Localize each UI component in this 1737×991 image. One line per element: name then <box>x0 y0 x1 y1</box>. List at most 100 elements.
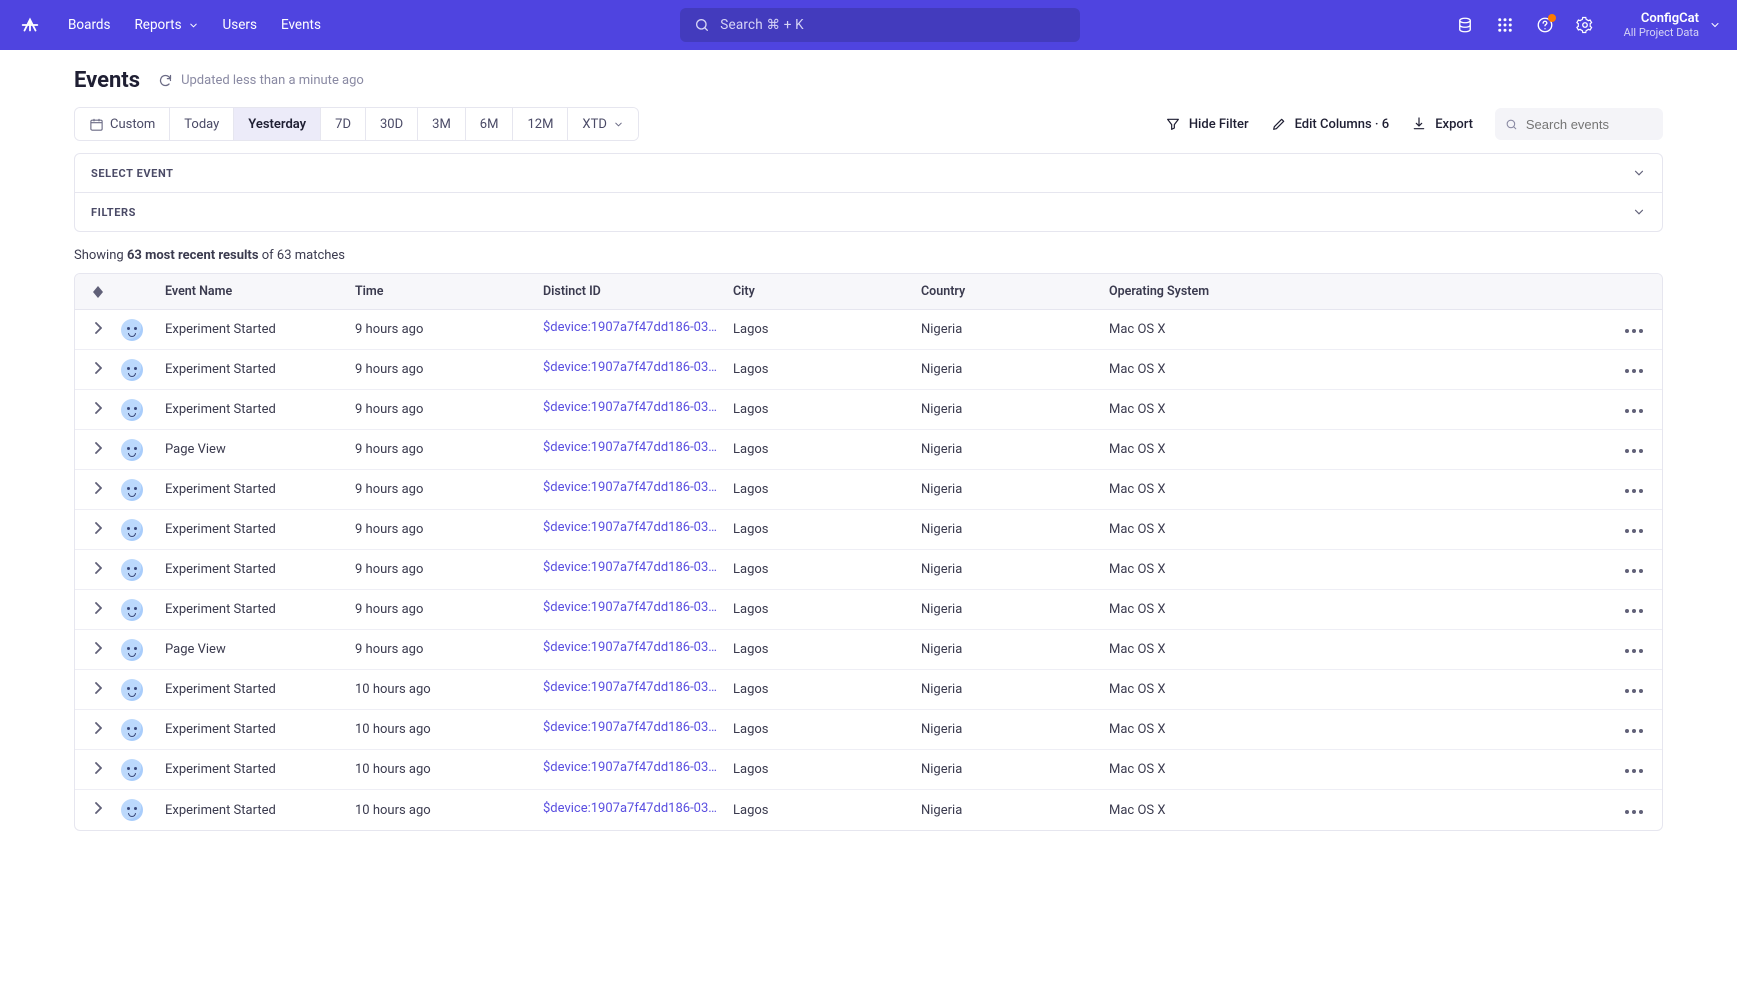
org-switcher[interactable]: ConfigCat All Project Data <box>1616 11 1721 39</box>
user-avatar[interactable] <box>121 639 143 661</box>
range-today[interactable]: Today <box>170 108 234 140</box>
range-label: XTD <box>582 117 606 132</box>
data-icon[interactable] <box>1456 16 1474 34</box>
cell-distinct-id[interactable]: $device:1907a7f47dd186-03… <box>543 520 717 535</box>
range-3m[interactable]: 3M <box>418 108 466 140</box>
expand-row[interactable] <box>94 402 102 418</box>
export-button[interactable]: Export <box>1411 116 1473 132</box>
row-actions[interactable] <box>1625 402 1643 417</box>
expand-row[interactable] <box>94 562 102 578</box>
expand-row[interactable] <box>94 602 102 618</box>
range-6m[interactable]: 6M <box>466 108 514 140</box>
cell-distinct-id[interactable]: $device:1907a7f47dd186-03… <box>543 640 717 655</box>
col-event-name[interactable]: Event Name <box>165 284 355 299</box>
cell-distinct-id[interactable]: $device:1907a7f47dd186-03… <box>543 760 717 775</box>
cell-distinct-id[interactable]: $device:1907a7f47dd186-03… <box>543 360 717 375</box>
settings-icon[interactable] <box>1576 16 1594 34</box>
apps-icon[interactable] <box>1496 16 1514 34</box>
range-30d[interactable]: 30D <box>366 108 418 140</box>
row-actions[interactable] <box>1625 762 1643 777</box>
row-actions[interactable] <box>1625 642 1643 657</box>
col-os[interactable]: Operating System <box>1109 284 1606 299</box>
nav-link-events[interactable]: Events <box>281 17 321 33</box>
cell-distinct-id[interactable]: $device:1907a7f47dd186-03… <box>543 720 717 735</box>
hide-filter-button[interactable]: Hide Filter <box>1165 116 1249 132</box>
row-actions[interactable] <box>1625 482 1643 497</box>
user-avatar[interactable] <box>121 559 143 581</box>
user-avatar[interactable] <box>121 519 143 541</box>
user-avatar[interactable] <box>121 599 143 621</box>
nav-link-boards[interactable]: Boards <box>68 17 110 33</box>
table-row: Experiment Started9 hours ago$device:190… <box>75 590 1662 630</box>
chevron-down-icon <box>1709 19 1721 31</box>
range-12m[interactable]: 12M <box>513 108 568 140</box>
user-avatar[interactable] <box>121 439 143 461</box>
nav-link-reports[interactable]: Reports <box>134 17 198 33</box>
global-search-label: Search ⌘ + K <box>720 17 804 33</box>
user-avatar[interactable] <box>121 399 143 421</box>
expand-row[interactable] <box>94 762 102 778</box>
filters-section[interactable]: FILTERS <box>75 192 1662 231</box>
row-actions[interactable] <box>1625 442 1643 457</box>
row-actions[interactable] <box>1625 803 1643 818</box>
row-actions[interactable] <box>1625 602 1643 617</box>
user-avatar[interactable] <box>121 719 143 741</box>
cell-distinct-id[interactable]: $device:1907a7f47dd186-03… <box>543 440 717 455</box>
cell-country: Nigeria <box>921 602 962 617</box>
expand-row[interactable] <box>94 362 102 378</box>
cell-distinct-id[interactable]: $device:1907a7f47dd186-03… <box>543 600 717 615</box>
range-yesterday[interactable]: Yesterday <box>234 108 321 140</box>
cell-distinct-id[interactable]: $device:1907a7f47dd186-03… <box>543 320 717 335</box>
user-avatar[interactable] <box>121 759 143 781</box>
cell-distinct-id[interactable]: $device:1907a7f47dd186-03… <box>543 560 717 575</box>
expand-row[interactable] <box>94 642 102 658</box>
col-time[interactable]: Time <box>355 284 543 299</box>
row-actions[interactable] <box>1625 682 1643 697</box>
range-7d[interactable]: 7D <box>321 108 366 140</box>
row-actions[interactable] <box>1625 522 1643 537</box>
refresh-icon[interactable] <box>158 73 173 88</box>
col-city[interactable]: City <box>733 284 921 299</box>
row-actions[interactable] <box>1625 722 1643 737</box>
app-logo[interactable] <box>16 11 44 39</box>
chevron-down-icon <box>613 119 624 130</box>
row-actions[interactable] <box>1625 362 1643 377</box>
select-event-section[interactable]: SELECT EVENT <box>75 154 1662 192</box>
cell-distinct-id[interactable]: $device:1907a7f47dd186-03… <box>543 400 717 415</box>
global-search[interactable]: Search ⌘ + K <box>680 8 1080 42</box>
table-row: Experiment Started9 hours ago$device:190… <box>75 550 1662 590</box>
range-xtd[interactable]: XTD <box>568 108 637 140</box>
expand-row[interactable] <box>94 482 102 498</box>
expand-row[interactable] <box>94 322 102 338</box>
user-avatar[interactable] <box>121 479 143 501</box>
help-icon[interactable] <box>1536 16 1554 34</box>
user-avatar[interactable] <box>121 679 143 701</box>
top-nav: Boards Reports Users Events Search ⌘ + K Co… <box>0 0 1737 50</box>
table-row: Page View9 hours ago$device:1907a7f47dd1… <box>75 430 1662 470</box>
col-distinct-id[interactable]: Distinct ID <box>543 284 733 299</box>
cell-distinct-id[interactable]: $device:1907a7f47dd186-03… <box>543 480 717 495</box>
events-search[interactable] <box>1495 108 1663 140</box>
edit-columns-button[interactable]: Edit Columns · 6 <box>1271 116 1390 132</box>
expand-row[interactable] <box>94 682 102 698</box>
filter-icon <box>1165 116 1181 132</box>
row-actions[interactable] <box>1625 562 1643 577</box>
events-search-input[interactable] <box>1526 117 1653 132</box>
expand-all-toggle[interactable] <box>93 286 103 298</box>
expand-row[interactable] <box>94 722 102 738</box>
download-icon <box>1411 116 1427 132</box>
col-country[interactable]: Country <box>921 284 1109 299</box>
range-custom[interactable]: Custom <box>75 108 170 140</box>
user-avatar[interactable] <box>121 799 143 821</box>
nav-link-users[interactable]: Users <box>223 17 257 33</box>
cell-event-name: Page View <box>165 642 226 657</box>
user-avatar[interactable] <box>121 359 143 381</box>
cell-country: Nigeria <box>921 442 962 457</box>
cell-distinct-id[interactable]: $device:1907a7f47dd186-03… <box>543 801 717 816</box>
cell-distinct-id[interactable]: $device:1907a7f47dd186-03… <box>543 680 717 695</box>
row-actions[interactable] <box>1625 322 1643 337</box>
expand-row[interactable] <box>94 802 102 818</box>
expand-row[interactable] <box>94 442 102 458</box>
user-avatar[interactable] <box>121 319 143 341</box>
expand-row[interactable] <box>94 522 102 538</box>
